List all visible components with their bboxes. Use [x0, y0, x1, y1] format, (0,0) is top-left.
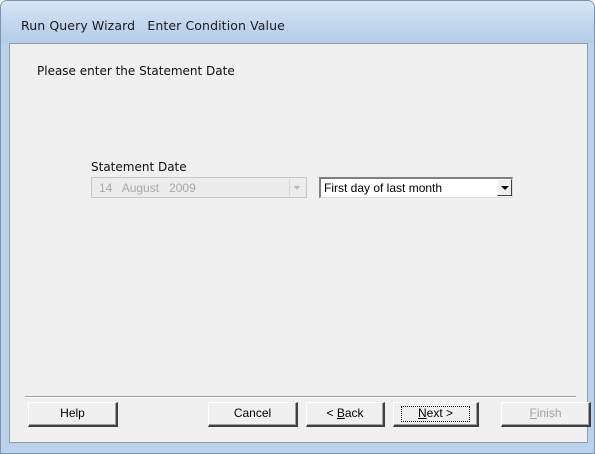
- help-button[interactable]: Help: [28, 402, 118, 427]
- period-dropdown-button[interactable]: [497, 179, 512, 196]
- help-button-label: Help: [60, 406, 85, 420]
- chevron-down-icon: [501, 186, 509, 190]
- finish-button[interactable]: Finish: [501, 402, 591, 427]
- back-button[interactable]: < Back: [306, 402, 385, 427]
- back-rest: ack: [344, 406, 364, 420]
- back-prefix: <: [326, 406, 337, 420]
- next-rest: ext >: [426, 406, 454, 420]
- date-month: August: [121, 181, 160, 195]
- next-mnemonic: N: [417, 406, 427, 420]
- instruction-text: Please enter the Statement Date: [37, 64, 235, 78]
- window-title: Run Query Wizard Enter Condition Value: [21, 18, 285, 33]
- wizard-content: Please enter the Statement Date Statemen…: [9, 43, 591, 443]
- back-mnemonic: B: [336, 406, 345, 420]
- date-year: 2009: [169, 181, 196, 195]
- statement-date-label: Statement Date: [91, 160, 187, 174]
- finish-mnemonic: F: [529, 406, 537, 420]
- date-dropdown-button: [289, 179, 305, 196]
- button-separator: [25, 396, 576, 398]
- statement-date-picker: 14 August 2009: [91, 177, 307, 198]
- next-button-label: Next >: [418, 406, 453, 420]
- statement-date-value: 14 August 2009: [99, 181, 196, 195]
- chevron-down-icon: [294, 186, 300, 190]
- finish-button-label: Finish: [529, 406, 561, 420]
- date-period-select[interactable]: First day of last month: [319, 177, 513, 198]
- date-period-value: First day of last month: [324, 181, 443, 195]
- next-button[interactable]: Next >: [393, 402, 479, 427]
- date-day: 14: [99, 181, 113, 195]
- wizard-window: Run Query Wizard Enter Condition Value P…: [0, 0, 595, 454]
- cancel-button[interactable]: Cancel: [208, 402, 298, 427]
- finish-rest: inish: [536, 406, 562, 420]
- cancel-button-label: Cancel: [233, 406, 272, 420]
- back-button-label: < Back: [326, 406, 363, 420]
- title-bar[interactable]: Run Query Wizard Enter Condition Value: [1, 1, 594, 43]
